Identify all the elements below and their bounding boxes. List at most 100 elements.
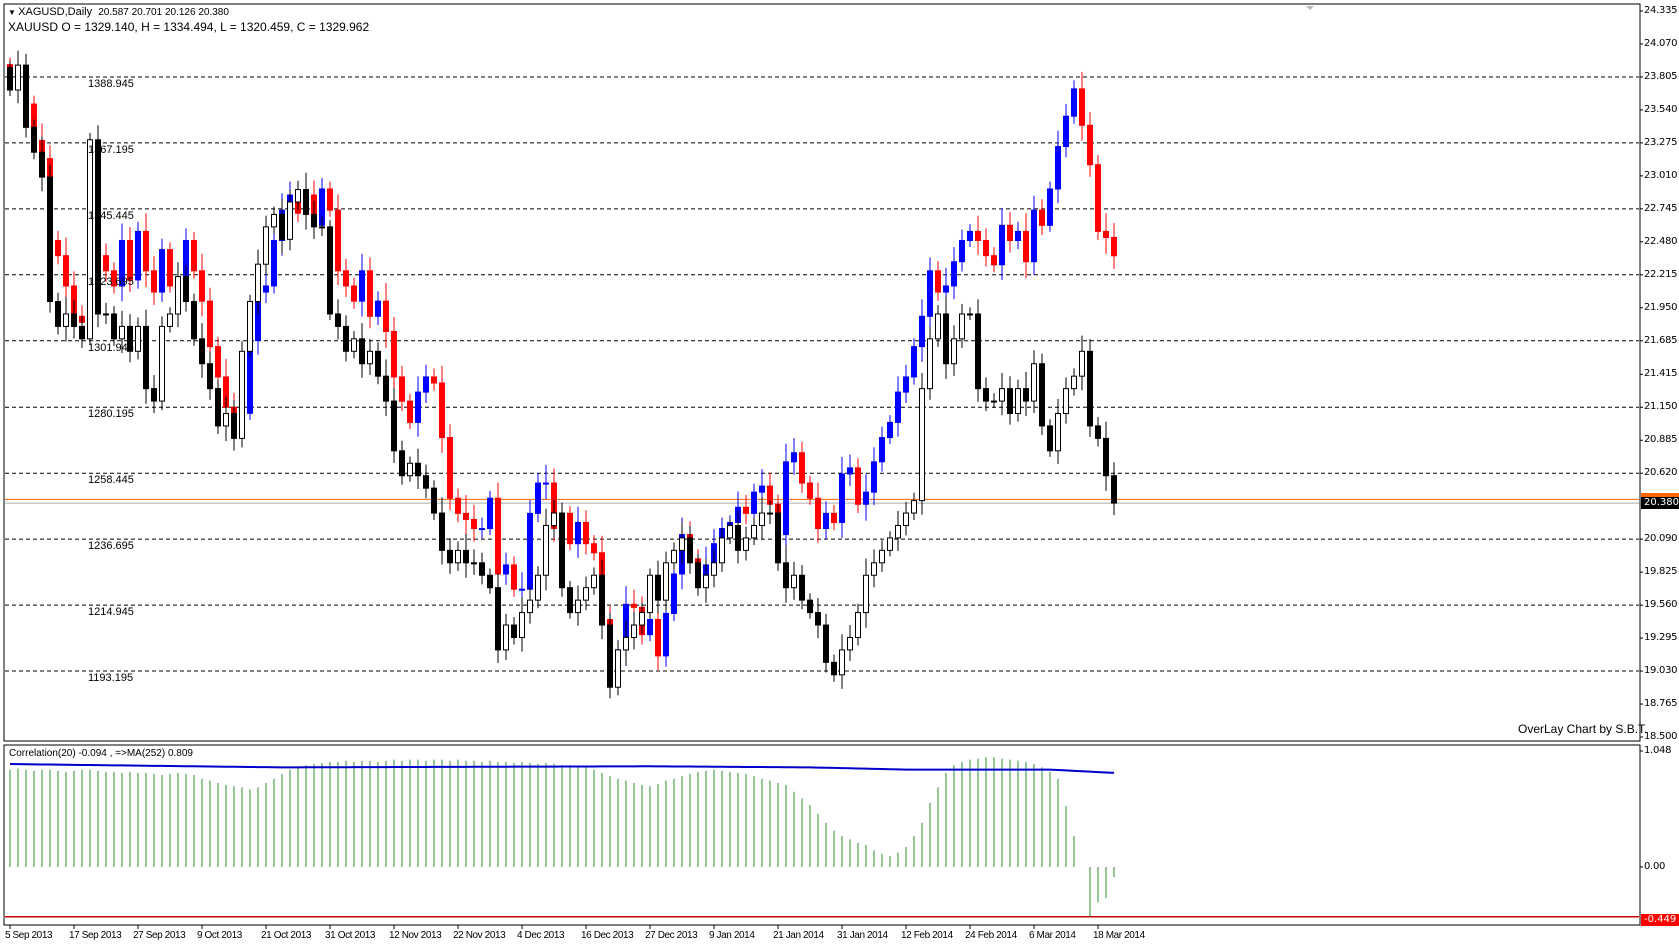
xagusd-candle [1047,425,1053,452]
symbol-ohlc: 20.587 20.701 20.126 20.380 [98,7,229,18]
xauusd-candle [791,452,797,463]
xagusd-candle [607,624,613,688]
xagusd-candle [1087,350,1093,427]
date-label: 9 Oct 2013 [197,930,242,941]
xagusd-candle [543,524,549,576]
xagusd-candle [87,139,93,340]
xagusd-candle [119,325,125,340]
price-axis-label: 20.620 [1644,467,1678,479]
xagusd-candle [303,189,309,215]
xagusd-candle [1111,475,1117,504]
xauusd-candle [959,239,965,263]
price-axis-label: 23.805 [1644,70,1678,82]
xauusd-candle [343,270,349,287]
xagusd-candle [503,624,509,651]
xagusd-candle [111,313,117,340]
xagusd-candle [455,549,461,564]
xauusd-candle [1031,209,1037,263]
xauusd-candle [671,573,677,614]
xauusd-candle [407,400,413,423]
xauusd-candle [743,506,749,514]
xauusd-candle [135,230,141,281]
price-axis-label: 19.560 [1644,599,1678,611]
xagusd-candle [767,512,773,515]
xagusd-candle [1007,388,1013,415]
symbol-header: ▼ XAGUSD,Daily 20.587 20.701 20.126 20.3… [8,6,229,19]
overlay-grid-label: 1193.195 [88,672,134,685]
xagusd-candle [623,636,629,651]
xagusd-candle [927,338,933,390]
xauusd-candle [207,300,213,348]
price-axis-label: 24.070 [1644,37,1678,49]
xauusd-candle [847,467,853,475]
xagusd-candle [567,587,573,614]
xauusd-candle [1015,230,1021,241]
xauusd-candle [1111,236,1117,257]
xagusd-candle [151,388,157,402]
xagusd-candle [63,313,69,327]
xagusd-candle [727,524,733,539]
price-axis-label: 21.415 [1644,368,1678,380]
xagusd-candle [367,350,373,365]
xagusd-candle [319,226,325,229]
xauusd-candle [631,603,637,608]
xagusd-candle [359,338,365,365]
xauusd-candle [983,239,989,257]
date-label: 31 Jan 2014 [837,930,888,941]
xauusd-candle [327,188,333,211]
xagusd-candle [847,636,853,651]
xagusd-candle [1095,425,1101,439]
xauusd-candle [463,512,469,520]
xauusd-candle [263,285,269,293]
indicator-label: Correlation(20) -0.094 , =>MA(252) 0.809 [9,748,193,759]
xagusd-candle [1039,363,1045,427]
price-axis-label: 21.685 [1644,334,1678,346]
xauusd-candle [927,270,933,317]
xagusd-candle [615,649,621,688]
xagusd-candle [415,462,421,477]
price-axis-label: 19.030 [1644,665,1678,677]
xauusd-candle [1055,146,1061,190]
xagusd-candle [855,612,861,638]
date-label: 31 Oct 2013 [325,930,376,941]
xauusd-candle [415,391,421,423]
xagusd-candle [1015,388,1021,415]
xagusd-candle [591,574,597,589]
xagusd-candle [967,313,973,316]
xauusd-candle [871,461,877,493]
xagusd-candle [879,549,885,564]
xagusd-candle [407,462,413,477]
xauusd-candle [503,564,509,575]
xauusd-candle [391,330,397,378]
xagusd-candle [559,512,565,589]
xauusd-candle [903,376,909,393]
xauusd-candle [839,473,845,523]
xauusd-candle [647,618,653,636]
xauusd-candle [1079,88,1085,126]
collapse-arrow-icon[interactable]: ▼ [8,8,18,17]
xagusd-candle [599,574,605,626]
xagusd-candle [215,388,221,427]
xagusd-candle [1055,413,1061,452]
xauusd-candle [431,376,437,384]
xagusd-candle [71,313,77,327]
xagusd-candle [999,388,1005,402]
xauusd-candle [759,485,765,493]
xagusd-candle [839,649,845,676]
xagusd-candle [975,313,981,390]
date-label: 9 Jan 2014 [709,930,755,941]
xagusd-candle [471,562,477,565]
price-axis-label: 23.010 [1644,169,1678,181]
xagusd-candle [487,574,493,589]
xagusd-candle [807,599,813,614]
xagusd-candle [159,325,165,402]
xagusd-candle [239,350,245,439]
overlay-grid-label: 1388.945 [88,77,134,90]
xauusd-candle [895,391,901,423]
xagusd-candle [935,313,941,340]
date-label: 27 Dec 2013 [645,930,698,941]
xagusd-candle [791,574,797,589]
chart-shift-marker-icon[interactable] [1306,6,1314,10]
xagusd-candle [15,64,21,91]
xauusd-candle [375,300,381,317]
